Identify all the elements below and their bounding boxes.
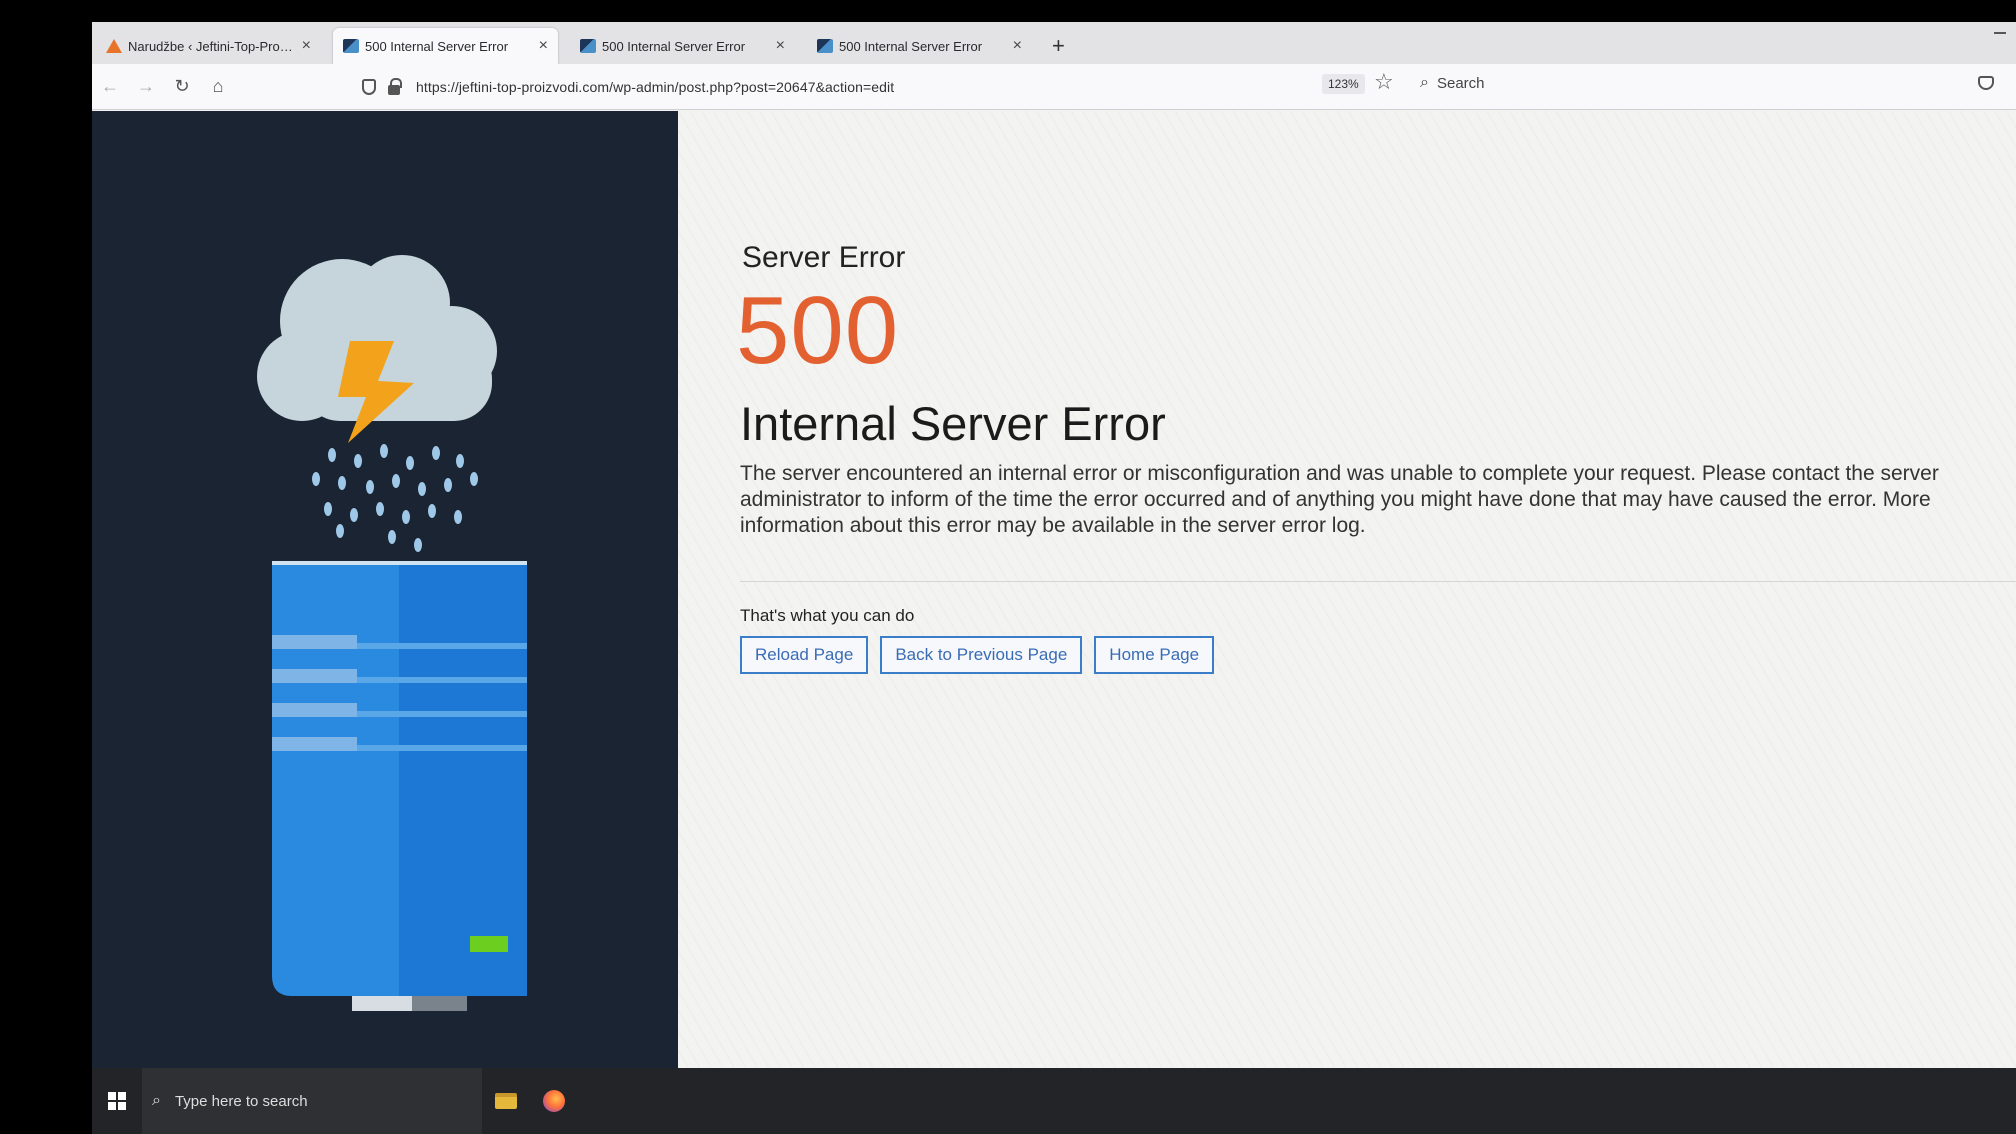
tab-title: 500 Internal Server Error — [365, 38, 509, 54]
tab-orders[interactable]: Narudžbe ‹ Jeftini-Top-Proizvodi × — [96, 28, 321, 64]
folder-icon — [495, 1093, 517, 1109]
back-arrow-icon[interactable]: ← — [92, 69, 128, 105]
wordpress-icon — [106, 39, 122, 53]
minimize-icon[interactable] — [1994, 32, 2006, 34]
pocket-icon[interactable] — [1978, 76, 1994, 90]
shield-icon[interactable] — [362, 79, 376, 95]
error-code: 500 — [736, 277, 900, 384]
server-error-icon — [580, 39, 596, 53]
status-led — [470, 936, 508, 952]
start-button[interactable] — [92, 1068, 142, 1134]
close-icon[interactable]: × — [539, 37, 548, 55]
close-icon[interactable]: × — [302, 37, 311, 55]
actions-heading: That's what you can do — [740, 606, 915, 625]
error-title: Internal Server Error — [740, 397, 1166, 450]
tab-title: 500 Internal Server Error — [839, 38, 983, 54]
search-icon: ⌕ — [152, 1092, 161, 1109]
tab-server-error[interactable]: 500 Internal Server Error × — [570, 28, 795, 64]
action-buttons: Reload Page Back to Previous Page Home P… — [740, 636, 1215, 674]
illustration-panel — [92, 111, 678, 1068]
taskbar-search[interactable]: ⌕ Type here to search — [142, 1068, 482, 1134]
search-box[interactable]: ⌕ Search — [1420, 74, 1485, 92]
lock-icon[interactable] — [388, 78, 402, 95]
tab-server-error[interactable]: 500 Internal Server Error × — [807, 28, 1032, 64]
firefox-icon — [543, 1090, 565, 1112]
search-icon: ⌕ — [1420, 74, 1429, 91]
navigation-bar: ← → ↻ ⌂ https://jeftini-top-proizvodi.co… — [92, 64, 2016, 110]
taskbar-search-placeholder: Type here to search — [174, 1092, 308, 1110]
back-to-previous-page-button[interactable]: Back to Previous Page — [880, 636, 1083, 674]
home-icon[interactable]: ⌂ — [200, 69, 236, 105]
taskbar: ⌕ Type here to search — [92, 1068, 2016, 1134]
server-error-icon — [343, 39, 359, 53]
reload-page-button[interactable]: Reload Page — [740, 636, 869, 674]
home-page-button[interactable]: Home Page — [1094, 636, 1215, 674]
divider — [740, 581, 2016, 582]
server-storm-illustration — [257, 255, 527, 1011]
windows-logo-icon — [108, 1092, 126, 1110]
browser-window: Narudžbe ‹ Jeftini-Top-Proizvodi × 500 I… — [92, 22, 2016, 1134]
tab-title: Narudžbe ‹ Jeftini-Top-Proizvodi — [128, 38, 294, 54]
tab-server-error-active[interactable]: 500 Internal Server Error × — [333, 28, 558, 64]
address-bar[interactable]: https://jeftini-top-proizvodi.com/wp-adm… — [362, 70, 1422, 104]
server-error-icon — [817, 39, 833, 53]
error-page: Server Error 500 Internal Server Error T… — [92, 111, 2016, 1068]
bookmark-star-icon[interactable]: ☆ — [1374, 69, 1394, 95]
new-tab-button[interactable]: + — [1044, 28, 1073, 64]
error-content: Server Error 500 Internal Server Error T… — [678, 111, 2016, 1068]
zoom-level[interactable]: 123% — [1322, 74, 1365, 94]
url-text[interactable]: https://jeftini-top-proizvodi.com/wp-adm… — [416, 79, 894, 95]
firefox-button[interactable] — [530, 1068, 578, 1134]
server-tower-icon — [272, 561, 527, 1011]
close-icon[interactable]: × — [1013, 37, 1022, 55]
forward-arrow-icon[interactable]: → — [128, 69, 164, 105]
reload-icon[interactable]: ↻ — [164, 69, 200, 105]
close-icon[interactable]: × — [776, 37, 785, 55]
error-description: The server encountered an internal error… — [740, 462, 1939, 537]
tab-strip: Narudžbe ‹ Jeftini-Top-Proizvodi × 500 I… — [92, 22, 2016, 64]
tab-title: 500 Internal Server Error — [602, 38, 746, 54]
raindrops — [312, 444, 478, 552]
file-explorer-button[interactable] — [482, 1068, 530, 1134]
search-placeholder: Search — [1436, 74, 1485, 92]
error-subtitle: Server Error — [742, 241, 906, 274]
